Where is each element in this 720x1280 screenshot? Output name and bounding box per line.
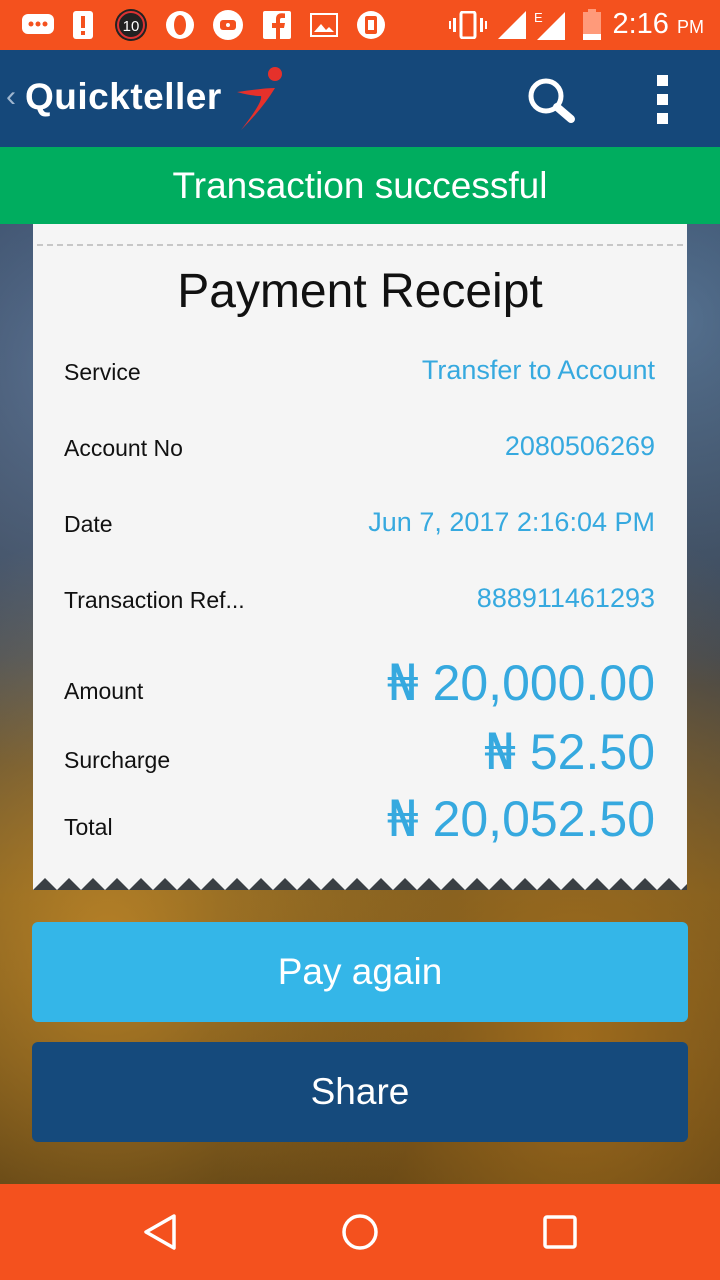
amount-value: ₦ 20,000.00 (386, 654, 655, 712)
total-value: ₦ 20,052.50 (386, 790, 655, 848)
facebook-icon (262, 9, 292, 41)
service-value: Transfer to Account (421, 355, 655, 385)
pay-again-button[interactable]: Pay again (32, 922, 688, 1022)
clock: 2:16 PM (612, 8, 704, 40)
amount-label: Amount (64, 678, 144, 704)
svg-text:E: E (534, 10, 543, 25)
notification-badge-icon: 10 (113, 9, 149, 41)
total-label: Total (64, 814, 113, 840)
surcharge-label: Surcharge (64, 747, 171, 773)
svg-text:10: 10 (123, 18, 140, 35)
logo-swoosh-icon (233, 66, 285, 137)
date-value: Jun 7, 2017 2:16:04 PM (368, 507, 655, 537)
opera-icon (163, 9, 197, 41)
success-banner: Transaction successful (0, 147, 720, 224)
chat-icon (20, 9, 56, 41)
receipt-tear-line (37, 244, 683, 246)
recents-icon[interactable] (541, 1212, 581, 1257)
account-no-label: Account No (64, 435, 183, 461)
back-chevron-icon[interactable]: ‹ (6, 80, 16, 114)
date-label: Date (64, 511, 113, 537)
account-no-value: 2080506269 (504, 431, 655, 461)
gallery-icon (309, 9, 339, 41)
surcharge-value: ₦ 52.50 (484, 723, 655, 781)
navigation-bar (0, 1184, 720, 1280)
transaction-ref-value: 888911461293 (476, 583, 655, 613)
battery-icon (581, 9, 603, 41)
signal-e-icon: E (531, 9, 569, 41)
alert-icon (70, 9, 96, 41)
receipt-title: Payment Receipt (177, 265, 543, 318)
service-label: Service (64, 359, 141, 385)
vibrate-icon (449, 9, 487, 41)
security-icon (355, 9, 387, 41)
search-icon[interactable] (527, 77, 577, 128)
signal-icon (497, 9, 527, 41)
app-logo: Quickteller (25, 76, 222, 117)
back-icon[interactable] (140, 1212, 180, 1257)
transaction-ref-label: Transaction Ref... (64, 587, 245, 613)
app-bar: ‹ Quickteller (0, 50, 720, 147)
receipt-zigzag-edge (33, 874, 687, 890)
overflow-menu-icon[interactable] (650, 75, 674, 125)
payment-receipt: Payment Receipt Service Transfer to Acco… (33, 224, 687, 890)
record-icon (211, 9, 245, 41)
status-bar: 10 E 2:16 PM (0, 0, 720, 50)
home-icon[interactable] (340, 1212, 380, 1257)
share-button[interactable]: Share (32, 1042, 688, 1142)
